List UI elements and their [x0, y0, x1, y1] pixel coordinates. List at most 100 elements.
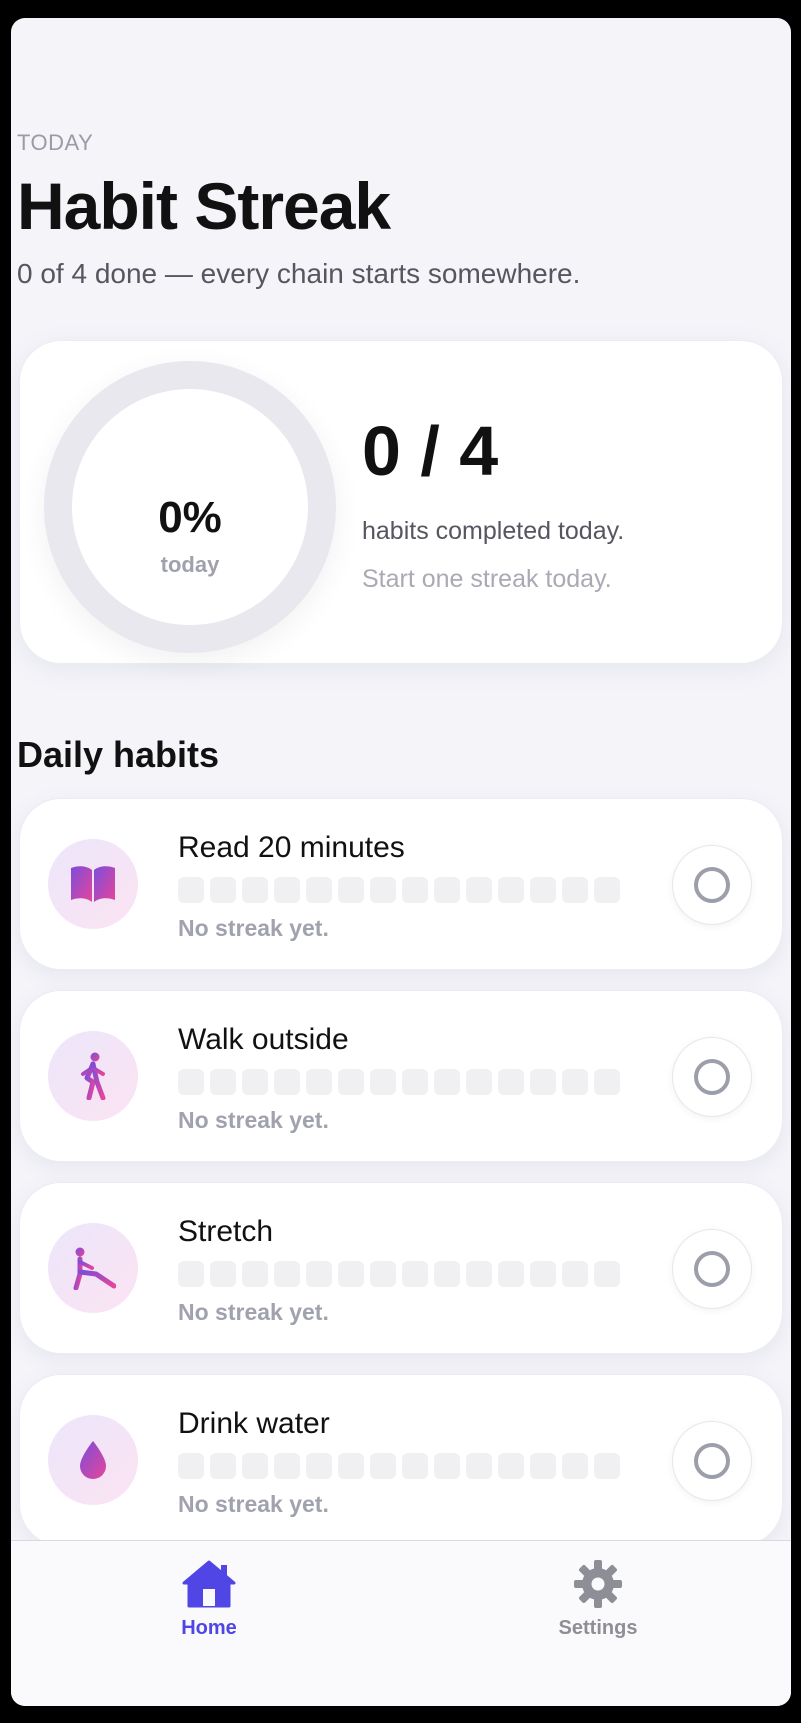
streak-day — [594, 877, 620, 903]
streak-day — [562, 877, 588, 903]
streak-day — [274, 1261, 300, 1287]
streak-history — [178, 877, 620, 903]
progress-ring: 0% today — [44, 361, 336, 653]
streak-day — [530, 1261, 556, 1287]
streak-day — [498, 1069, 524, 1095]
streak-day — [178, 1069, 204, 1095]
streak-status: No streak yet. — [178, 1491, 329, 1517]
habit-card-read[interactable]: Read 20 minutes No streak yet. — [19, 798, 783, 970]
streak-day — [178, 877, 204, 903]
habit-icon-badge — [48, 1415, 138, 1505]
habit-card-water[interactable]: Drink water No streak yet. — [19, 1374, 783, 1540]
streak-day — [242, 1069, 268, 1095]
streak-day — [466, 1261, 492, 1287]
streak-day — [402, 1261, 428, 1287]
streak-day — [466, 877, 492, 903]
main-content[interactable]: TODAY Habit Streak 0 of 4 done — every c… — [11, 18, 791, 1540]
streak-day — [594, 1069, 620, 1095]
home-icon — [182, 1560, 236, 1608]
page-title: Habit Streak — [17, 169, 391, 243]
app-screen: TODAY Habit Streak 0 of 4 done — every c… — [11, 18, 791, 1706]
empty-circle-icon — [694, 1251, 730, 1287]
streak-day — [242, 1453, 268, 1479]
streak-day — [562, 1453, 588, 1479]
progress-percent-label: today — [160, 552, 220, 577]
streak-day — [338, 877, 364, 903]
habit-icon-badge — [48, 1031, 138, 1121]
habit-icon-badge — [48, 1223, 138, 1313]
streak-day — [274, 877, 300, 903]
section-title-daily-habits: Daily habits — [17, 734, 220, 775]
completed-count: 0 / 4 — [362, 412, 499, 490]
habit-name: Read 20 minutes — [178, 831, 405, 864]
streak-day — [210, 1069, 236, 1095]
habit-name: Drink water — [178, 1407, 330, 1440]
streak-day — [402, 1069, 428, 1095]
streak-day — [274, 1453, 300, 1479]
tab-settings[interactable]: Settings — [518, 1559, 678, 1640]
progress-percent: 0% — [158, 493, 222, 542]
streak-day — [466, 1069, 492, 1095]
empty-circle-icon — [694, 1443, 730, 1479]
walking-icon — [81, 1052, 106, 1100]
gear-icon — [574, 1560, 622, 1608]
streak-day — [338, 1069, 364, 1095]
streak-day — [306, 1261, 332, 1287]
streak-day — [338, 1261, 364, 1287]
streak-day — [434, 1453, 460, 1479]
streak-status: No streak yet. — [178, 1299, 329, 1325]
streak-day — [562, 1069, 588, 1095]
completed-caption: habits completed today. — [362, 517, 625, 545]
streak-day — [306, 1069, 332, 1095]
streak-day — [306, 1453, 332, 1479]
streak-day — [242, 877, 268, 903]
tab-bar: Home Settings — [11, 1540, 791, 1706]
progress-summary-card: 0% today 0 / 4 habits completed today. S… — [19, 340, 783, 664]
streak-day — [370, 1069, 396, 1095]
streak-day — [402, 877, 428, 903]
streak-day — [434, 877, 460, 903]
habit-icon-badge — [48, 839, 138, 929]
streak-day — [402, 1453, 428, 1479]
habit-card-walk[interactable]: Walk outside No streak yet. — [19, 990, 783, 1162]
streak-day — [274, 1069, 300, 1095]
empty-circle-icon — [694, 1059, 730, 1095]
streak-day — [498, 1261, 524, 1287]
streak-status: No streak yet. — [178, 915, 329, 941]
streak-day — [210, 1261, 236, 1287]
page-subtitle: 0 of 4 done — every chain starts somewhe… — [17, 258, 581, 289]
tab-home-label: Home — [181, 1617, 237, 1639]
streak-day — [594, 1453, 620, 1479]
streak-day — [178, 1261, 204, 1287]
streak-day — [370, 1453, 396, 1479]
tab-home[interactable]: Home — [129, 1559, 289, 1640]
streak-day — [594, 1261, 620, 1287]
streak-day — [178, 1453, 204, 1479]
book-icon — [71, 866, 115, 902]
streak-day — [466, 1453, 492, 1479]
streak-day — [370, 877, 396, 903]
complete-habit-button[interactable] — [672, 1229, 752, 1309]
streak-day — [210, 1453, 236, 1479]
date-eyebrow: TODAY — [17, 130, 94, 155]
streak-history — [178, 1453, 620, 1479]
streak-day — [530, 877, 556, 903]
complete-habit-button[interactable] — [672, 1421, 752, 1501]
streak-day — [210, 877, 236, 903]
streak-day — [530, 1069, 556, 1095]
complete-habit-button[interactable] — [672, 1037, 752, 1117]
streak-day — [562, 1261, 588, 1287]
streak-day — [498, 1453, 524, 1479]
streak-day — [530, 1453, 556, 1479]
streak-day — [434, 1069, 460, 1095]
tab-settings-label: Settings — [558, 1617, 638, 1639]
streak-history — [178, 1069, 620, 1095]
streak-day — [338, 1453, 364, 1479]
habit-card-stretch[interactable]: Stretch No streak yet. — [19, 1182, 783, 1354]
complete-habit-button[interactable] — [672, 845, 752, 925]
streak-day — [242, 1261, 268, 1287]
streak-history — [178, 1261, 620, 1287]
streak-day — [306, 877, 332, 903]
habit-name: Walk outside — [178, 1023, 349, 1056]
streak-status: No streak yet. — [178, 1107, 329, 1133]
